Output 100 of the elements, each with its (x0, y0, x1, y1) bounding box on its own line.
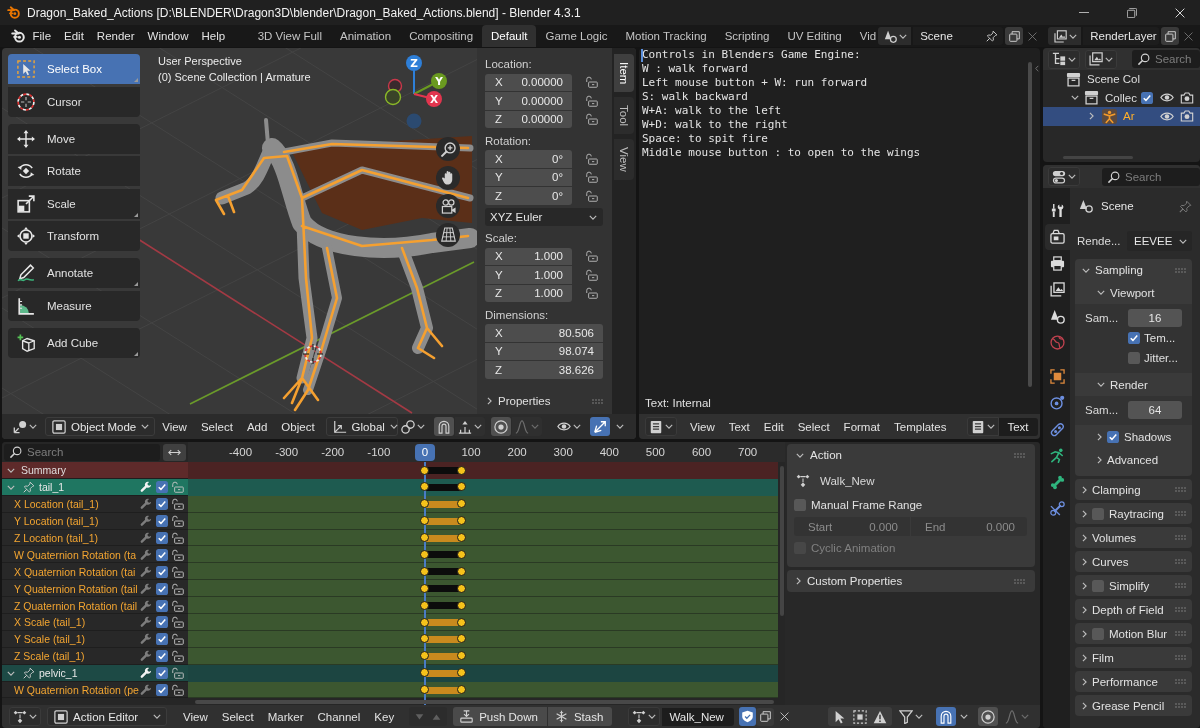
channel-row[interactable]: Y Quaternion Rotation (tail (2, 580, 188, 598)
keyframe-marker-icon[interactable] (420, 549, 430, 559)
workspace-tab[interactable]: Default (482, 25, 537, 47)
number-field[interactable]: Z 0° (485, 187, 572, 205)
keyframe-marker-icon[interactable] (457, 465, 467, 475)
number-field[interactable]: Y 0.00000 (485, 92, 572, 110)
tree-row[interactable]: Collec (1043, 88, 1200, 107)
checkbox[interactable] (156, 565, 168, 578)
view-layer-browse-button[interactable] (1048, 27, 1082, 45)
wrench-icon[interactable] (140, 515, 152, 528)
tree-row[interactable]: Ar (1043, 107, 1200, 126)
workspace-tab[interactable]: Animation (331, 25, 401, 47)
render-engine-dropdown[interactable]: EEVEE (1127, 231, 1192, 251)
sidebar-tab[interactable]: Tool (614, 97, 634, 135)
proportional-toggle[interactable] (490, 417, 511, 436)
keyframe-marker-icon[interactable] (420, 685, 430, 695)
panel-header[interactable]: Custom Properties (787, 570, 1035, 592)
caret-icon[interactable] (615, 424, 624, 429)
search-field[interactable]: Search (4, 443, 160, 461)
workspace-tab[interactable]: Game Logic (536, 25, 617, 47)
mode-dropdown[interactable]: Object Mode (45, 417, 156, 436)
keyframe-marker-icon[interactable] (420, 600, 430, 610)
padlock-icon[interactable] (172, 684, 184, 696)
filter-button[interactable] (896, 707, 926, 726)
wrench-icon[interactable] (140, 548, 152, 561)
checkbox[interactable] (794, 499, 806, 511)
padlock-icon[interactable] (172, 565, 184, 578)
projection-button[interactable] (436, 222, 460, 247)
keyframe-marker-icon[interactable] (420, 634, 430, 644)
checkbox[interactable] (156, 667, 168, 680)
padlock-icon[interactable] (586, 76, 598, 89)
channel-row[interactable]: X Scale (tail_1) (2, 614, 188, 631)
padlock-icon[interactable] (172, 650, 184, 663)
orientation-dropdown[interactable]: Global (325, 417, 398, 436)
panel-header[interactable]: Properties (485, 391, 603, 411)
tool-button[interactable]: Select Box (8, 54, 140, 84)
number-field[interactable]: X 1.000 (485, 247, 572, 265)
number-field[interactable]: Y 1.000 (485, 266, 572, 284)
view-layer-name-field[interactable]: RenderLayer (1083, 27, 1160, 45)
panel-header[interactable]: Curves (1075, 551, 1192, 572)
keyframe-marker-icon[interactable] (457, 634, 467, 644)
action-browse-button[interactable] (628, 707, 661, 726)
panel-header[interactable]: Grease Pencil (1075, 695, 1192, 716)
search-field[interactable]: Search (1102, 167, 1200, 186)
scene-name-field[interactable]: Scene (913, 27, 1004, 45)
padlock-icon[interactable] (172, 633, 184, 646)
padlock-icon[interactable] (172, 481, 184, 494)
scene-browse-button[interactable] (878, 27, 912, 45)
channel-row[interactable]: Z Quaternion Rotation (tail (2, 597, 188, 614)
copy-button[interactable] (756, 707, 775, 726)
snap-target-button[interactable] (454, 417, 485, 436)
padlock-icon[interactable] (586, 94, 598, 107)
checkbox[interactable] (156, 582, 168, 595)
snap-toggle[interactable] (936, 707, 956, 726)
keyframe-marker-icon[interactable] (420, 583, 430, 593)
padlock-icon[interactable] (586, 189, 598, 202)
keyframe-marker-icon[interactable] (457, 685, 467, 695)
mode-dropdown[interactable]: Action Editor (47, 707, 167, 726)
tree-row[interactable]: Scene Col (1043, 70, 1200, 89)
snap-toggle[interactable] (433, 417, 454, 436)
checkbox[interactable] (1128, 332, 1140, 344)
editor-type-button[interactable] (9, 707, 41, 726)
wrench-icon[interactable] (140, 565, 152, 578)
crosshair-ring-icon[interactable] (302, 343, 324, 365)
copy-button[interactable] (1161, 27, 1180, 45)
channel-row[interactable]: Summary (2, 462, 188, 479)
keyframe-marker-icon[interactable] (420, 499, 430, 509)
caret-icon[interactable] (960, 714, 968, 719)
rotation-mode-dropdown[interactable]: XYZ Euler (485, 208, 603, 226)
action-name-field[interactable]: Walk_New (662, 707, 735, 726)
menu-item[interactable]: Select (193, 420, 240, 433)
number-field[interactable]: Z 1.000 (485, 284, 572, 302)
checkbox[interactable] (1092, 507, 1104, 520)
checkbox[interactable] (1141, 91, 1153, 104)
wrench-icon[interactable] (140, 599, 152, 612)
padlock-icon[interactable] (586, 113, 598, 126)
panel-header[interactable]: Sampling (1075, 259, 1192, 281)
checkbox[interactable] (156, 684, 168, 696)
tool-button[interactable]: Scale (8, 188, 140, 219)
menu-item[interactable]: Edit (57, 30, 91, 42)
app-logo-icon[interactable] (11, 29, 25, 43)
keyframe-marker-icon[interactable] (457, 617, 467, 627)
keyframe-marker-icon[interactable] (457, 566, 467, 576)
keyframe-marker-icon[interactable] (420, 651, 430, 661)
menu-item[interactable]: Select (214, 710, 261, 723)
fake-user-toggle[interactable] (739, 707, 757, 726)
menu-item[interactable]: Text (721, 420, 757, 433)
number-field[interactable]: X 0.00000 (485, 73, 572, 91)
tool-button[interactable]: Rotate (8, 156, 140, 186)
keyframe-marker-icon[interactable] (420, 482, 430, 492)
keyframe-marker-icon[interactable] (457, 516, 467, 526)
tool-button[interactable]: Cursor (8, 86, 140, 117)
menu-item[interactable]: File (26, 30, 58, 42)
menu-item[interactable]: Select (790, 420, 837, 433)
panel-header[interactable]: Simplify (1075, 575, 1192, 596)
warning-icon[interactable] (873, 709, 887, 724)
padlock-icon[interactable] (586, 250, 598, 263)
number-field[interactable]: X 80.506 (485, 324, 603, 342)
menu-item[interactable]: Format (836, 420, 888, 433)
text-editor[interactable] (639, 48, 1040, 439)
